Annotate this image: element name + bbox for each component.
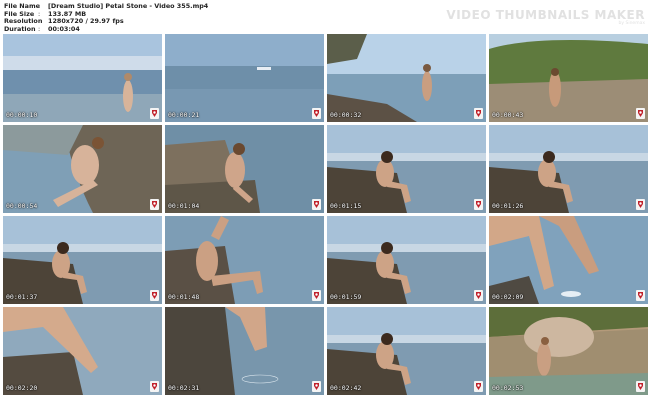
watermark-logo-icon: [312, 108, 321, 119]
video-thumbnail[interactable]: 00:01:59: [327, 216, 486, 304]
thumbnail-frame: [165, 34, 324, 122]
watermark-logo-icon: [636, 108, 645, 119]
watermark-logo-icon: [474, 108, 483, 119]
watermark-logo-icon: [312, 199, 321, 210]
thumbnail-timestamp: 00:02:42: [330, 384, 362, 392]
thumbnail-frame: [3, 216, 162, 304]
video-thumbnail[interactable]: 00:01:37: [3, 216, 162, 304]
watermark-logo-icon: [150, 199, 159, 210]
video-thumbnail[interactable]: 00:01:26: [489, 125, 648, 213]
video-thumbnail[interactable]: 00:02:20: [3, 307, 162, 395]
watermark-logo-icon: [150, 108, 159, 119]
watermark-logo-icon: [150, 381, 159, 392]
video-thumbnail[interactable]: 00:00:21: [165, 34, 324, 122]
thumbnail-frame: [327, 34, 486, 122]
thumbnail-frame: [489, 34, 648, 122]
video-thumbnail[interactable]: 00:00:43: [489, 34, 648, 122]
thumbnail-frame: [489, 216, 648, 304]
video-thumbnail[interactable]: 00:01:15: [327, 125, 486, 213]
video-thumbnail[interactable]: 00:01:48: [165, 216, 324, 304]
watermark-logo-icon: [474, 290, 483, 301]
thumbnail-timestamp: 00:02:31: [168, 384, 200, 392]
info-key: Duration: [4, 24, 36, 33]
thumbnail-timestamp: 00:02:53: [492, 384, 524, 392]
thumbnail-frame: [165, 216, 324, 304]
thumbnail-frame: [327, 125, 486, 213]
watermark-logo-icon: [636, 199, 645, 210]
thumbnail-frame: [489, 307, 648, 395]
info-row-file-name: File Name : [Dream Studio] Petal Stone -…: [4, 2, 208, 11]
thumbnail-frame: [3, 307, 162, 395]
info-value: 00:03:04: [48, 24, 80, 33]
info-row-duration: Duration : 00:03:04: [4, 24, 208, 34]
thumbnail-timestamp: 00:01:04: [168, 202, 200, 210]
thumbnail-timestamp: 00:01:26: [492, 202, 524, 210]
watermark-logo-icon: [312, 290, 321, 301]
thumbnail-timestamp: 00:00:43: [492, 111, 524, 119]
thumbnail-timestamp: 00:00:32: [330, 111, 362, 119]
thumbnail-timestamp: 00:00:21: [168, 111, 200, 119]
watermark-logo-icon: [474, 199, 483, 210]
video-thumbnail[interactable]: 00:02:31: [165, 307, 324, 395]
thumbnail-frame: [489, 125, 648, 213]
watermark-logo-icon: [150, 290, 159, 301]
thumbnail-timestamp: 00:00:54: [6, 202, 38, 210]
thumbnail-grid: 00:00:10 00:00:21 00:00:32 00:00:43 00:00:54…: [3, 34, 648, 400]
watermark-logo-icon: [636, 290, 645, 301]
video-thumbnail[interactable]: 00:02:53: [489, 307, 648, 395]
file-info-panel: File Name : [Dream Studio] Petal Stone -…: [4, 2, 208, 34]
brand-logo: VIDEO THUMBNAILS MAKER by Sinemax: [446, 8, 645, 26]
thumbnail-frame: [165, 125, 324, 213]
video-thumbnail[interactable]: 00:02:09: [489, 216, 648, 304]
thumbnail-timestamp: 00:00:10: [6, 111, 38, 119]
watermark-logo-icon: [636, 381, 645, 392]
video-thumbnail[interactable]: 00:01:04: [165, 125, 324, 213]
thumbnail-timestamp: 00:01:15: [330, 202, 362, 210]
thumbnail-timestamp: 00:01:59: [330, 293, 362, 301]
video-thumbnail[interactable]: 00:00:10: [3, 34, 162, 122]
video-thumbnail[interactable]: 00:02:42: [327, 307, 486, 395]
thumbnail-timestamp: 00:02:09: [492, 293, 524, 301]
watermark-logo-icon: [474, 381, 483, 392]
watermark-logo-icon: [312, 381, 321, 392]
thumbnail-frame: [327, 307, 486, 395]
brand-title: VIDEO THUMBNAILS MAKER: [446, 8, 645, 22]
thumbnail-frame: [165, 307, 324, 395]
thumbnail-timestamp: 00:02:20: [6, 384, 38, 392]
thumbnail-timestamp: 00:01:37: [6, 293, 38, 301]
thumbnail-frame: [3, 34, 162, 122]
thumbnail-frame: [327, 216, 486, 304]
thumbnail-timestamp: 00:01:48: [168, 293, 200, 301]
video-thumbnail[interactable]: 00:00:54: [3, 125, 162, 213]
info-separator: :: [38, 24, 41, 33]
video-thumbnail[interactable]: 00:00:32: [327, 34, 486, 122]
thumbnail-frame: [3, 125, 162, 213]
